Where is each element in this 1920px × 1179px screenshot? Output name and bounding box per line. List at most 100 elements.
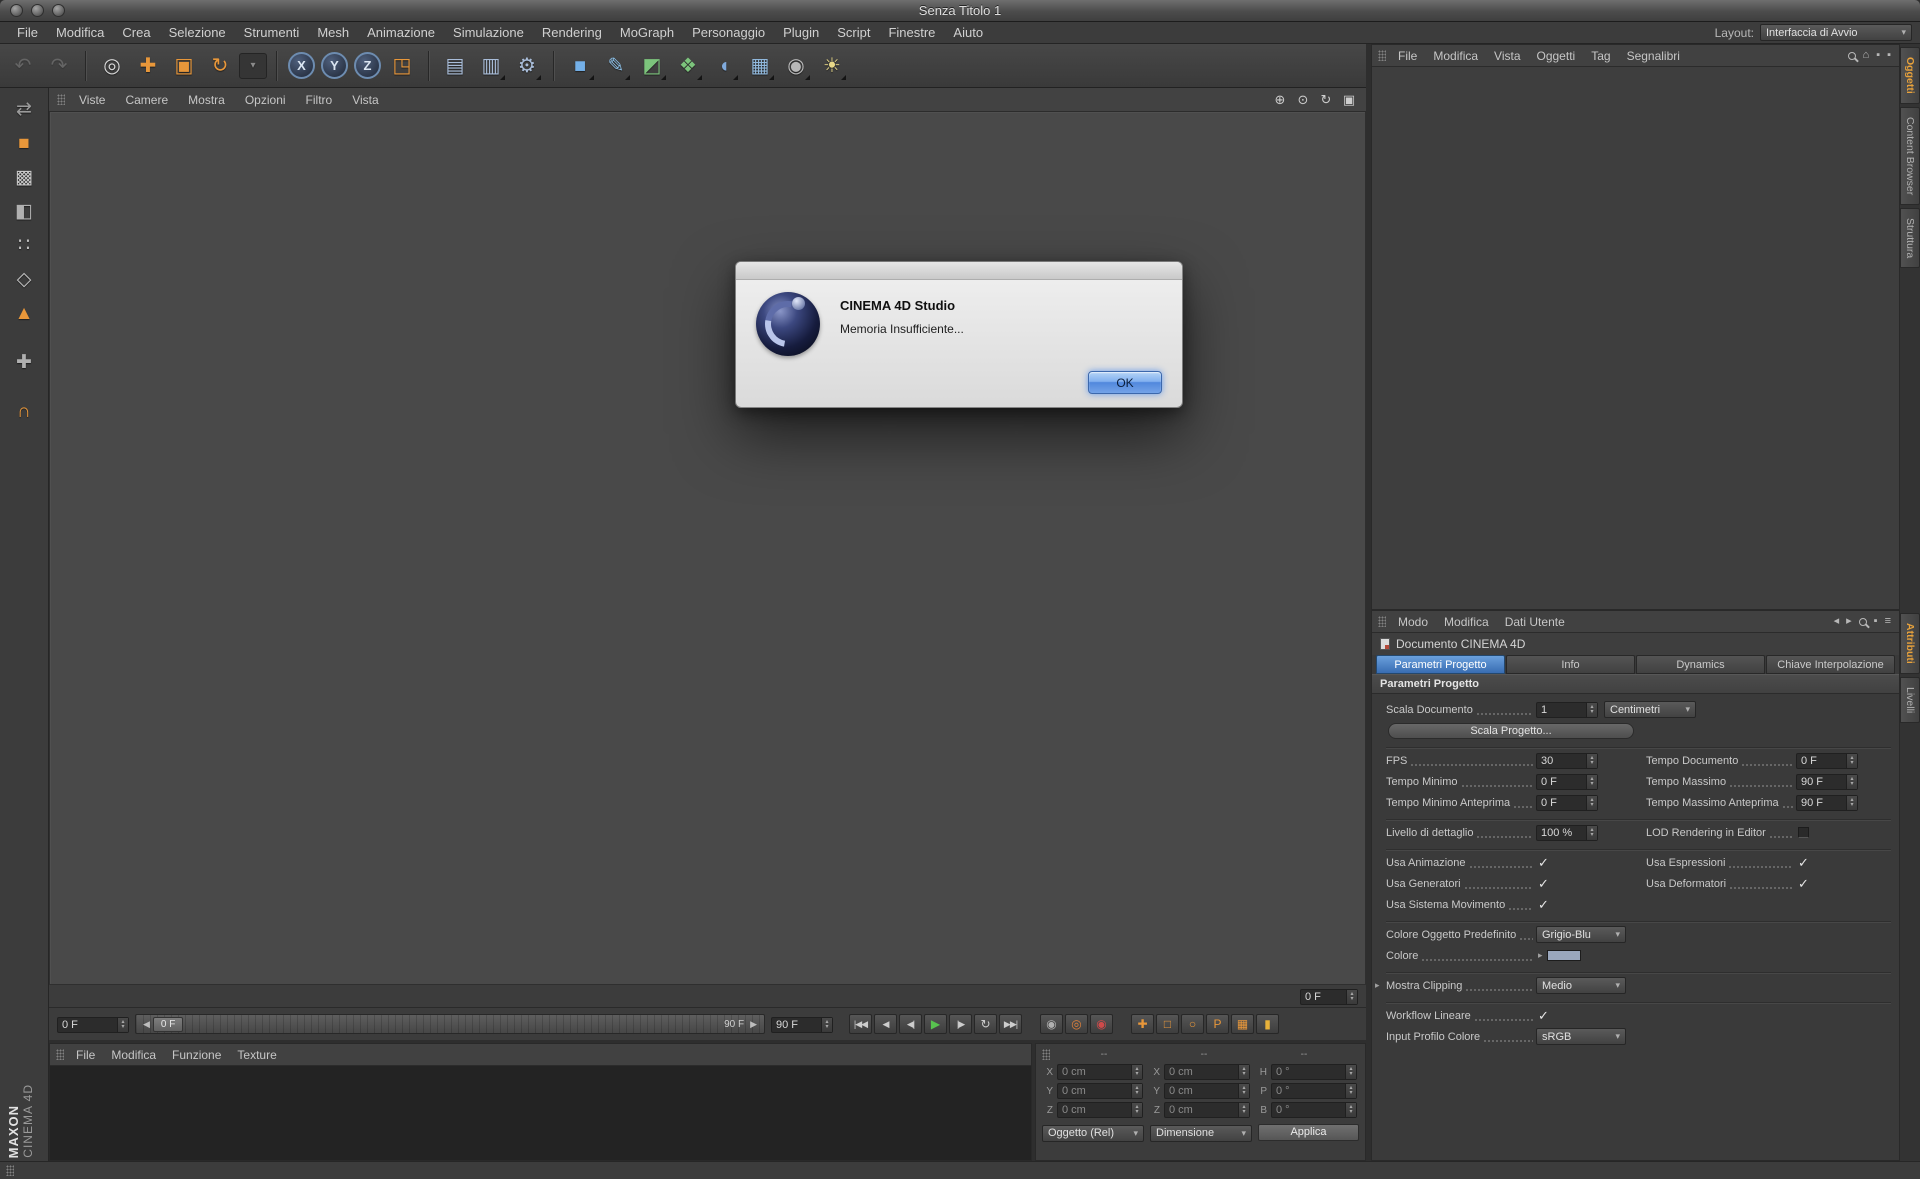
om-menu-file[interactable]: File	[1390, 49, 1425, 63]
timeline-ruler[interactable]: ◀ 0 F 90 F ▶	[135, 1014, 765, 1034]
history-back-icon[interactable]: ◂	[1834, 616, 1840, 627]
zoom-view-icon[interactable]: ⊙	[1294, 91, 1312, 109]
camera-button[interactable]: ◉	[779, 49, 813, 83]
param-field-tempo-minimo-anteprima[interactable]: 0 F▴▾	[1536, 795, 1598, 811]
dialog-titlebar[interactable]	[736, 262, 1182, 280]
expander-icon[interactable]: ▸	[1538, 950, 1543, 961]
subdivision-surface-button[interactable]: ◩	[635, 49, 669, 83]
record-active-objects-button[interactable]: ◉	[1040, 1014, 1063, 1034]
panel-menu-icon[interactable]: ≡	[1885, 616, 1891, 627]
stepper-icon[interactable]: ▴▾	[821, 1018, 832, 1032]
end-frame-field[interactable]: 90 F▴▾	[771, 1017, 833, 1033]
live-selection-button[interactable]: ◎	[95, 49, 129, 83]
record-position-button[interactable]: ✚	[1131, 1014, 1154, 1034]
object-list[interactable]	[1372, 67, 1899, 609]
render-settings-button[interactable]: ⚙	[510, 49, 544, 83]
pan-view-icon[interactable]: ⊕	[1271, 91, 1289, 109]
param-field-fps[interactable]: 30▴▾	[1536, 753, 1598, 769]
play-backward-button[interactable]: ◀	[874, 1014, 897, 1034]
polygons-mode-button[interactable]: ▲	[5, 298, 43, 329]
coord-field-2-p[interactable]: 0 °▴▾	[1271, 1083, 1357, 1099]
viewport-canvas[interactable]	[49, 112, 1366, 985]
lock-z-axis-button[interactable]: Z	[354, 52, 381, 79]
menu-mograph[interactable]: MoGraph	[611, 25, 683, 40]
stepper-icon[interactable]: ▴▾	[1345, 1084, 1356, 1098]
mm-menu-file[interactable]: File	[68, 1048, 103, 1062]
menu-plugin[interactable]: Plugin	[774, 25, 828, 40]
floor-environment-button[interactable]: ▦	[743, 49, 777, 83]
record-parameter-button[interactable]: P	[1206, 1014, 1229, 1034]
minimize-button[interactable]	[31, 4, 44, 17]
viewport-menu-camere[interactable]: Camere	[115, 93, 178, 107]
expander-icon[interactable]: ▸	[1375, 980, 1386, 991]
om-menu-modifica[interactable]: Modifica	[1425, 49, 1486, 63]
panel-grip-icon[interactable]	[1378, 616, 1386, 627]
viewport-menu-mostra[interactable]: Mostra	[178, 93, 235, 107]
param-check-usa-espressioni[interactable]: ✓	[1798, 855, 1809, 871]
coord-field-1-y[interactable]: 0 cm▴▾	[1164, 1083, 1250, 1099]
stepper-icon[interactable]: ▴▾	[117, 1018, 128, 1032]
stepper-icon[interactable]: ▴▾	[1131, 1084, 1142, 1098]
viewport-menu-filtro[interactable]: Filtro	[296, 93, 343, 107]
param-field-scala-documento[interactable]: 1▴▾	[1536, 702, 1598, 718]
scale-tool-button[interactable]: ▣	[167, 49, 201, 83]
tab-dynamics[interactable]: Dynamics	[1636, 655, 1765, 674]
menu-personaggio[interactable]: Personaggio	[683, 25, 774, 40]
coord-field-1-z[interactable]: 0 cm▴▾	[1164, 1102, 1250, 1118]
side-tab-content-browser[interactable]: Content Browser	[1900, 107, 1920, 205]
render-picture-viewer-button[interactable]: ▥	[474, 49, 508, 83]
param-check-usa-animazione[interactable]: ✓	[1538, 855, 1549, 871]
menu-animazione[interactable]: Animazione	[358, 25, 444, 40]
texture-mode-button[interactable]: ▩	[5, 162, 43, 193]
stepper-icon[interactable]: ▴▾	[1238, 1103, 1249, 1117]
tab-parametri-progetto[interactable]: Parametri Progetto	[1376, 655, 1505, 674]
options-icon[interactable]: ▪	[1887, 50, 1891, 61]
param-checkbox-lod-rendering-in-editor[interactable]	[1798, 827, 1809, 838]
close-button[interactable]	[10, 4, 23, 17]
stepper-icon[interactable]: ▴▾	[1586, 703, 1597, 717]
side-tab-attributi[interactable]: Attributi	[1900, 613, 1920, 674]
menu-crea[interactable]: Crea	[113, 25, 159, 40]
menu-script[interactable]: Script	[828, 25, 879, 40]
material-list[interactable]	[50, 1066, 1031, 1160]
lock-icon[interactable]: ▪	[1874, 616, 1878, 627]
apply-button[interactable]: Applica	[1258, 1124, 1359, 1141]
play-button[interactable]: ▶	[924, 1014, 947, 1034]
layout-dropdown[interactable]: Interfaccia di Avvio ▾	[1760, 24, 1912, 41]
param-dropdown-input-profilo-colore[interactable]: sRGB▾	[1536, 1028, 1626, 1045]
cube-primitive-button[interactable]: ■	[563, 49, 597, 83]
panel-grip-icon[interactable]	[6, 1165, 14, 1176]
model-mode-button[interactable]: ■	[5, 128, 43, 159]
param-field-livello-di-dettaglio[interactable]: 100 %▴▾	[1536, 825, 1598, 841]
mm-menu-texture[interactable]: Texture	[229, 1048, 284, 1062]
ok-button[interactable]: OK	[1088, 371, 1162, 394]
menu-finestre[interactable]: Finestre	[879, 25, 944, 40]
workplane-mode-button[interactable]: ◧	[5, 196, 43, 227]
stepper-icon[interactable]: ▴▾	[1586, 775, 1597, 789]
home-icon[interactable]: ⌂	[1863, 50, 1870, 61]
coord-field-2-b[interactable]: 0 °▴▾	[1271, 1102, 1357, 1118]
stepper-icon[interactable]: ▴▾	[1345, 1065, 1356, 1079]
stepper-icon[interactable]: ▴▾	[1846, 754, 1857, 768]
deformer-button[interactable]: ◖	[707, 49, 741, 83]
coordinate-system-button[interactable]: ◳	[385, 49, 419, 83]
range-start-handle-icon[interactable]: ◀	[143, 1019, 150, 1030]
spline-tool-button[interactable]: ✎	[599, 49, 633, 83]
preview-frame-field[interactable]: 0 F▴▾	[1300, 989, 1358, 1005]
om-menu-tag[interactable]: Tag	[1583, 49, 1618, 63]
menu-file[interactable]: File	[8, 25, 47, 40]
jump-end-button[interactable]: ▶▶|	[999, 1014, 1022, 1034]
mm-menu-modifica[interactable]: Modifica	[103, 1048, 164, 1062]
coord-field-1-x[interactable]: 0 cm▴▾	[1164, 1064, 1250, 1080]
stepper-icon[interactable]: ▴▾	[1846, 775, 1857, 789]
param-dropdown-mostra-clipping[interactable]: Medio▾	[1536, 977, 1626, 994]
param-check-usa-deformatori[interactable]: ✓	[1798, 876, 1809, 892]
color-swatch[interactable]	[1547, 950, 1581, 961]
record-scale-button[interactable]: □	[1156, 1014, 1179, 1034]
rotate-view-icon[interactable]: ↻	[1317, 91, 1335, 109]
panel-grip-icon[interactable]	[1042, 1049, 1050, 1060]
param-check-workflow-lineare[interactable]: ✓	[1538, 1008, 1549, 1024]
autokeying-button[interactable]: ◎	[1065, 1014, 1088, 1034]
menu-strumenti[interactable]: Strumenti	[235, 25, 309, 40]
snap-button[interactable]: ∩	[5, 396, 43, 427]
